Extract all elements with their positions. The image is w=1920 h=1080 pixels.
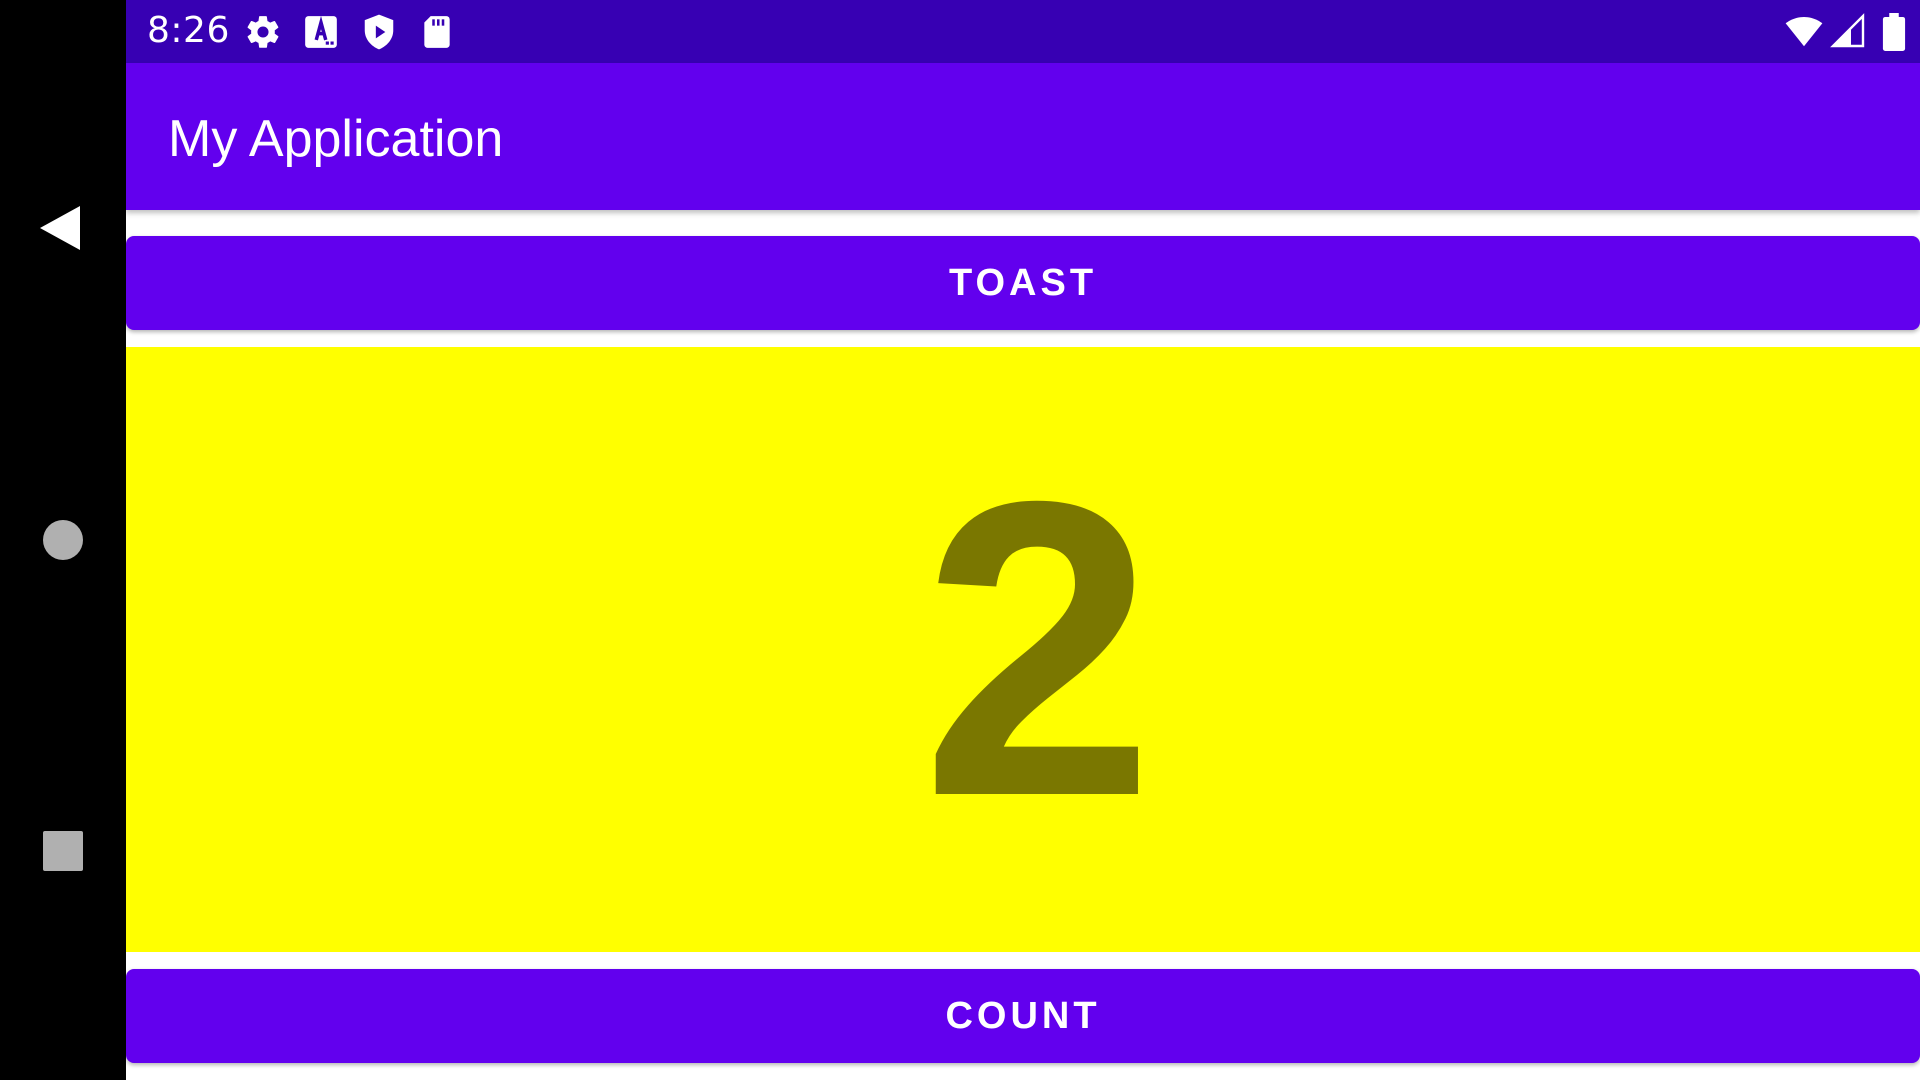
- home-icon: [43, 520, 83, 560]
- recents-button[interactable]: [0, 791, 126, 911]
- home-button[interactable]: [0, 480, 126, 600]
- font-a-icon: [305, 15, 337, 48]
- gear-icon: [247, 16, 279, 48]
- wifi-icon: [1785, 16, 1823, 47]
- recents-icon: [43, 831, 83, 871]
- app-title: My Application: [168, 110, 504, 168]
- toast-button[interactable]: TOAST: [126, 236, 1920, 330]
- count-button[interactable]: COUNT: [126, 969, 1920, 1063]
- count-value: 2: [921, 414, 1155, 884]
- battery-icon: [1882, 13, 1906, 51]
- back-button[interactable]: [0, 168, 126, 288]
- cell-signal-icon: [1830, 13, 1865, 48]
- app-bar: My Application: [126, 63, 1920, 210]
- system-navigation-bar: [0, 0, 126, 1080]
- shield-play-icon: [364, 14, 394, 50]
- status-bar: 8:26: [126, 0, 1920, 63]
- sd-card-icon: [424, 16, 450, 48]
- count-display: 2: [126, 347, 1920, 952]
- back-icon: [40, 206, 80, 250]
- status-time: 8:26: [147, 10, 230, 51]
